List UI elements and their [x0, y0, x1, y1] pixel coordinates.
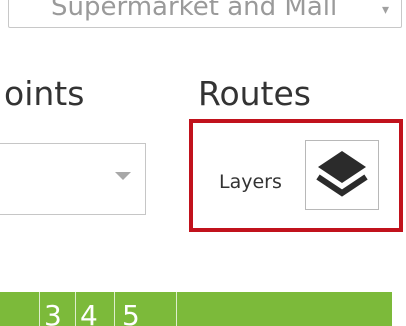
- category-select[interactable]: Supermarket and Mall ▾: [8, 0, 402, 28]
- bar-divider: [75, 292, 76, 326]
- bar-cell-5[interactable]: 5: [122, 300, 140, 326]
- points-dropdown[interactable]: [0, 143, 146, 215]
- layers-icon: [316, 151, 368, 197]
- bar-divider: [39, 292, 40, 326]
- layers-button[interactable]: [305, 140, 379, 210]
- tab-points[interactable]: oints: [4, 74, 84, 114]
- chevron-down-icon: ▾: [381, 2, 389, 18]
- bottom-number-bar: 3 4 5: [0, 292, 392, 326]
- layers-label: Layers: [219, 171, 282, 193]
- chevron-down-icon: [115, 172, 131, 180]
- bar-cell-3[interactable]: 3: [44, 300, 62, 326]
- bar-divider: [176, 292, 177, 326]
- tab-routes[interactable]: Routes: [198, 74, 311, 114]
- map-panel: Supermarket and Mall ▾ oints Routes Laye…: [0, 0, 406, 326]
- category-select-value: Supermarket and Mall: [51, 0, 338, 22]
- bar-cell-4[interactable]: 4: [80, 300, 98, 326]
- bar-divider: [114, 292, 115, 326]
